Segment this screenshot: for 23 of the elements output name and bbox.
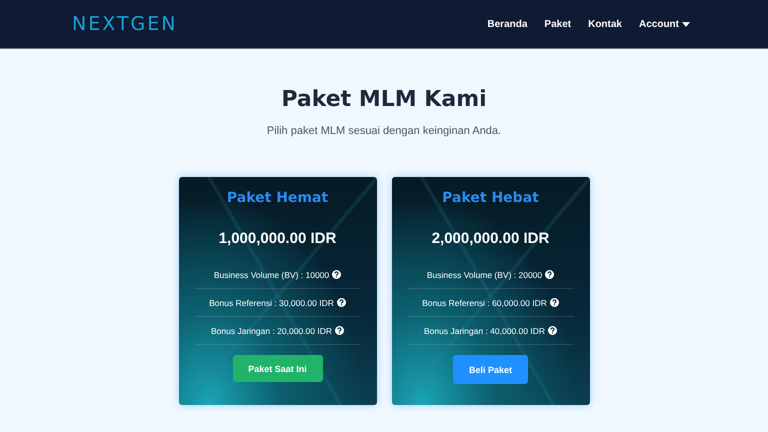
help-icon[interactable]: [332, 270, 342, 279]
nav-link[interactable]: Kontak: [588, 18, 622, 30]
package-price: 2,000,000.00 IDR: [432, 230, 550, 247]
page-subtitle: Pilih paket MLM sesuai dengan keinginan Anda.: [266, 125, 502, 137]
feature-text: Business Volume (BV) : 10000: [214, 270, 330, 280]
feature-text: Bonus Referensi : 30,000.00 IDR: [209, 298, 334, 308]
nav-link[interactable]: Paket: [544, 18, 572, 30]
package-name: Paket Hemat: [226, 190, 328, 206]
package-name: Paket Hebat: [442, 190, 539, 206]
feature-text: Business Volume (BV) : 20000: [426, 270, 542, 280]
feature-text: Bonus Jaringan : 40,000.00 IDR: [424, 326, 545, 336]
nav-link[interactable]: Account: [639, 18, 690, 30]
feature-text: Bonus Jaringan : 20,000.00 IDR: [211, 326, 332, 336]
help-icon[interactable]: [334, 326, 344, 335]
nav-link[interactable]: Beranda: [487, 18, 528, 30]
page-title: Paket MLM Kami: [281, 87, 487, 112]
package-price: 1,000,000.00 IDR: [218, 230, 336, 247]
help-icon[interactable]: [545, 270, 554, 279]
feature-text: Bonus Referensi : 60,000.00 IDR: [422, 298, 547, 308]
help-icon[interactable]: [336, 298, 346, 307]
help-icon[interactable]: [548, 326, 557, 335]
logo[interactable]: NEXTGEN: [72, 13, 178, 35]
help-icon[interactable]: [550, 298, 559, 307]
